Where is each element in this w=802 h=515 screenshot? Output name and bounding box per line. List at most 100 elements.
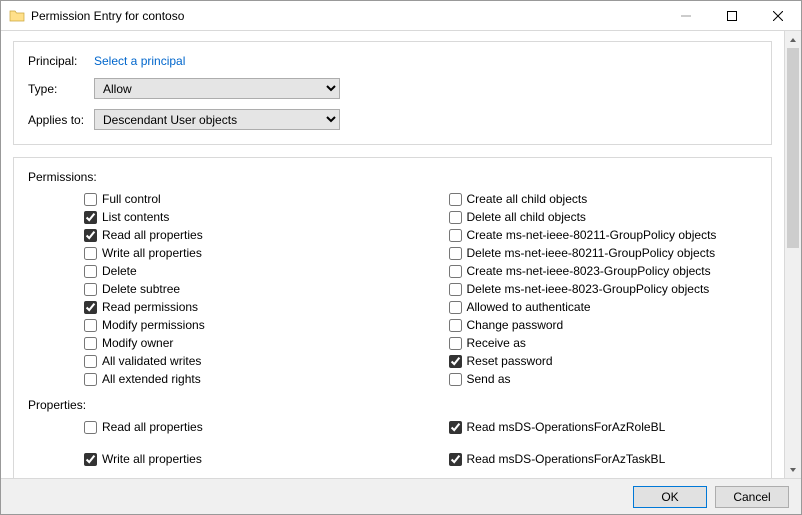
scroll-down-arrow[interactable] <box>785 461 801 478</box>
property-label: Read msDS-OperationsForAzRoleBL <box>467 420 666 434</box>
permission-row: Reset password <box>449 352 758 370</box>
permission-row: Read all properties <box>84 226 393 244</box>
permission-row: Write all properties <box>84 244 393 262</box>
property-checkbox[interactable] <box>449 453 462 466</box>
permission-checkbox[interactable] <box>84 247 97 260</box>
property-label: Write all properties <box>102 452 202 466</box>
permission-row: Create ms-net-ieee-80211-GroupPolicy obj… <box>449 226 758 244</box>
property-checkbox[interactable] <box>84 421 97 434</box>
property-row: Read all properties <box>84 418 393 436</box>
permission-row: Create all child objects <box>449 190 758 208</box>
permission-label: Receive as <box>467 336 526 350</box>
permission-label: Delete ms-net-ieee-80211-GroupPolicy obj… <box>467 246 716 260</box>
permission-label: Reset password <box>467 354 553 368</box>
properties-right-column: Read msDS-OperationsForAzRoleBL Read msDS… <box>393 418 758 468</box>
select-principal-link[interactable]: Select a principal <box>94 54 185 68</box>
property-label: Read all properties <box>102 420 203 434</box>
type-select[interactable]: Allow <box>94 78 340 99</box>
vertical-scrollbar[interactable] <box>784 31 801 478</box>
permission-checkbox[interactable] <box>84 193 97 206</box>
permission-label: Allowed to authenticate <box>467 300 591 314</box>
permission-checkbox[interactable] <box>449 193 462 206</box>
permission-label: All validated writes <box>102 354 201 368</box>
permission-checkbox[interactable] <box>84 373 97 386</box>
permission-label: Delete all child objects <box>467 210 586 224</box>
permission-row: Read permissions <box>84 298 393 316</box>
permission-label: Create ms-net-ieee-80211-GroupPolicy obj… <box>467 228 717 242</box>
permissions-left-column: Full controlList contents Read all proper… <box>28 190 393 388</box>
maximize-button[interactable] <box>709 1 755 30</box>
permission-checkbox[interactable] <box>449 283 462 296</box>
window-title: Permission Entry for contoso <box>31 9 663 23</box>
permissions-columns: Full controlList contents Read all proper… <box>28 190 757 388</box>
permission-checkbox[interactable] <box>449 229 462 242</box>
permission-label: Send as <box>467 372 511 386</box>
permission-row: Receive as <box>449 334 758 352</box>
property-row: Read msDS-OperationsForAzRoleBL <box>449 418 758 436</box>
permission-checkbox[interactable] <box>449 265 462 278</box>
permission-row: List contents <box>84 208 393 226</box>
titlebar: Permission Entry for contoso <box>1 1 801 31</box>
property-label: Read msDS-OperationsForAzTaskBL <box>467 452 666 466</box>
permission-row: Allowed to authenticate <box>449 298 758 316</box>
permission-label: Create ms-net-ieee-8023-GroupPolicy obje… <box>467 264 711 278</box>
scroll-thumb[interactable] <box>787 48 799 248</box>
property-checkbox[interactable] <box>449 421 462 434</box>
type-label: Type: <box>28 82 94 96</box>
permission-row: Delete <box>84 262 393 280</box>
permission-checkbox[interactable] <box>449 247 462 260</box>
permission-label: Read all properties <box>102 228 203 242</box>
permission-label: Read permissions <box>102 300 198 314</box>
permission-checkbox[interactable] <box>449 337 462 350</box>
permission-label: Create all child objects <box>467 192 588 206</box>
folder-icon <box>9 8 25 24</box>
permission-checkbox[interactable] <box>449 355 462 368</box>
permission-checkbox[interactable] <box>449 301 462 314</box>
permission-checkbox[interactable] <box>84 301 97 314</box>
permission-checkbox[interactable] <box>84 229 97 242</box>
window-controls <box>663 1 801 30</box>
applies-select[interactable]: Descendant User objects <box>94 109 340 130</box>
property-row: Write all properties <box>84 450 393 468</box>
permission-row: Modify permissions <box>84 316 393 334</box>
property-checkbox[interactable] <box>84 453 97 466</box>
close-button[interactable] <box>755 1 801 30</box>
permission-checkbox[interactable] <box>84 265 97 278</box>
permissions-right-column: Create all child objects Delete all child… <box>393 190 758 388</box>
permission-row: Create ms-net-ieee-8023-GroupPolicy obje… <box>449 262 758 280</box>
type-row: Type: Allow <box>28 78 757 99</box>
permission-row: All validated writes <box>84 352 393 370</box>
permission-checkbox[interactable] <box>84 283 97 296</box>
permission-label: Change password <box>467 318 564 332</box>
content-inner: Principal: Select a principal Type: Allo… <box>1 31 784 478</box>
scroll-up-arrow[interactable] <box>785 31 801 48</box>
permission-label: Delete subtree <box>102 282 180 296</box>
permission-checkbox[interactable] <box>84 211 97 224</box>
basic-settings-panel: Principal: Select a principal Type: Allo… <box>13 41 772 145</box>
permission-label: Delete ms-net-ieee-8023-GroupPolicy obje… <box>467 282 710 296</box>
scroll-track[interactable] <box>785 48 801 461</box>
permission-row: All extended rights <box>84 370 393 388</box>
permission-checkbox[interactable] <box>84 355 97 368</box>
permission-checkbox[interactable] <box>84 337 97 350</box>
permissions-panel: Permissions: Full controlList contents Re… <box>13 157 772 478</box>
permission-row: Modify owner <box>84 334 393 352</box>
permission-checkbox[interactable] <box>449 211 462 224</box>
permissions-section-label: Permissions: <box>28 170 757 184</box>
permission-row: Send as <box>449 370 758 388</box>
cancel-button[interactable]: Cancel <box>715 486 789 508</box>
permission-checkbox[interactable] <box>449 373 462 386</box>
principal-label: Principal: <box>28 54 94 68</box>
permission-checkbox[interactable] <box>84 319 97 332</box>
property-row: Read msDS-OperationsForAzTaskBL <box>449 450 758 468</box>
permission-label: Write all properties <box>102 246 202 260</box>
minimize-button[interactable] <box>663 1 709 30</box>
permission-row: Delete subtree <box>84 280 393 298</box>
properties-section-label: Properties: <box>28 398 757 412</box>
permission-label: Delete <box>102 264 137 278</box>
permission-checkbox[interactable] <box>449 319 462 332</box>
ok-button[interactable]: OK <box>633 486 707 508</box>
permission-label: All extended rights <box>102 372 201 386</box>
properties-columns: Read all propertiesWrite all properties … <box>28 418 757 468</box>
permission-row: Full control <box>84 190 393 208</box>
